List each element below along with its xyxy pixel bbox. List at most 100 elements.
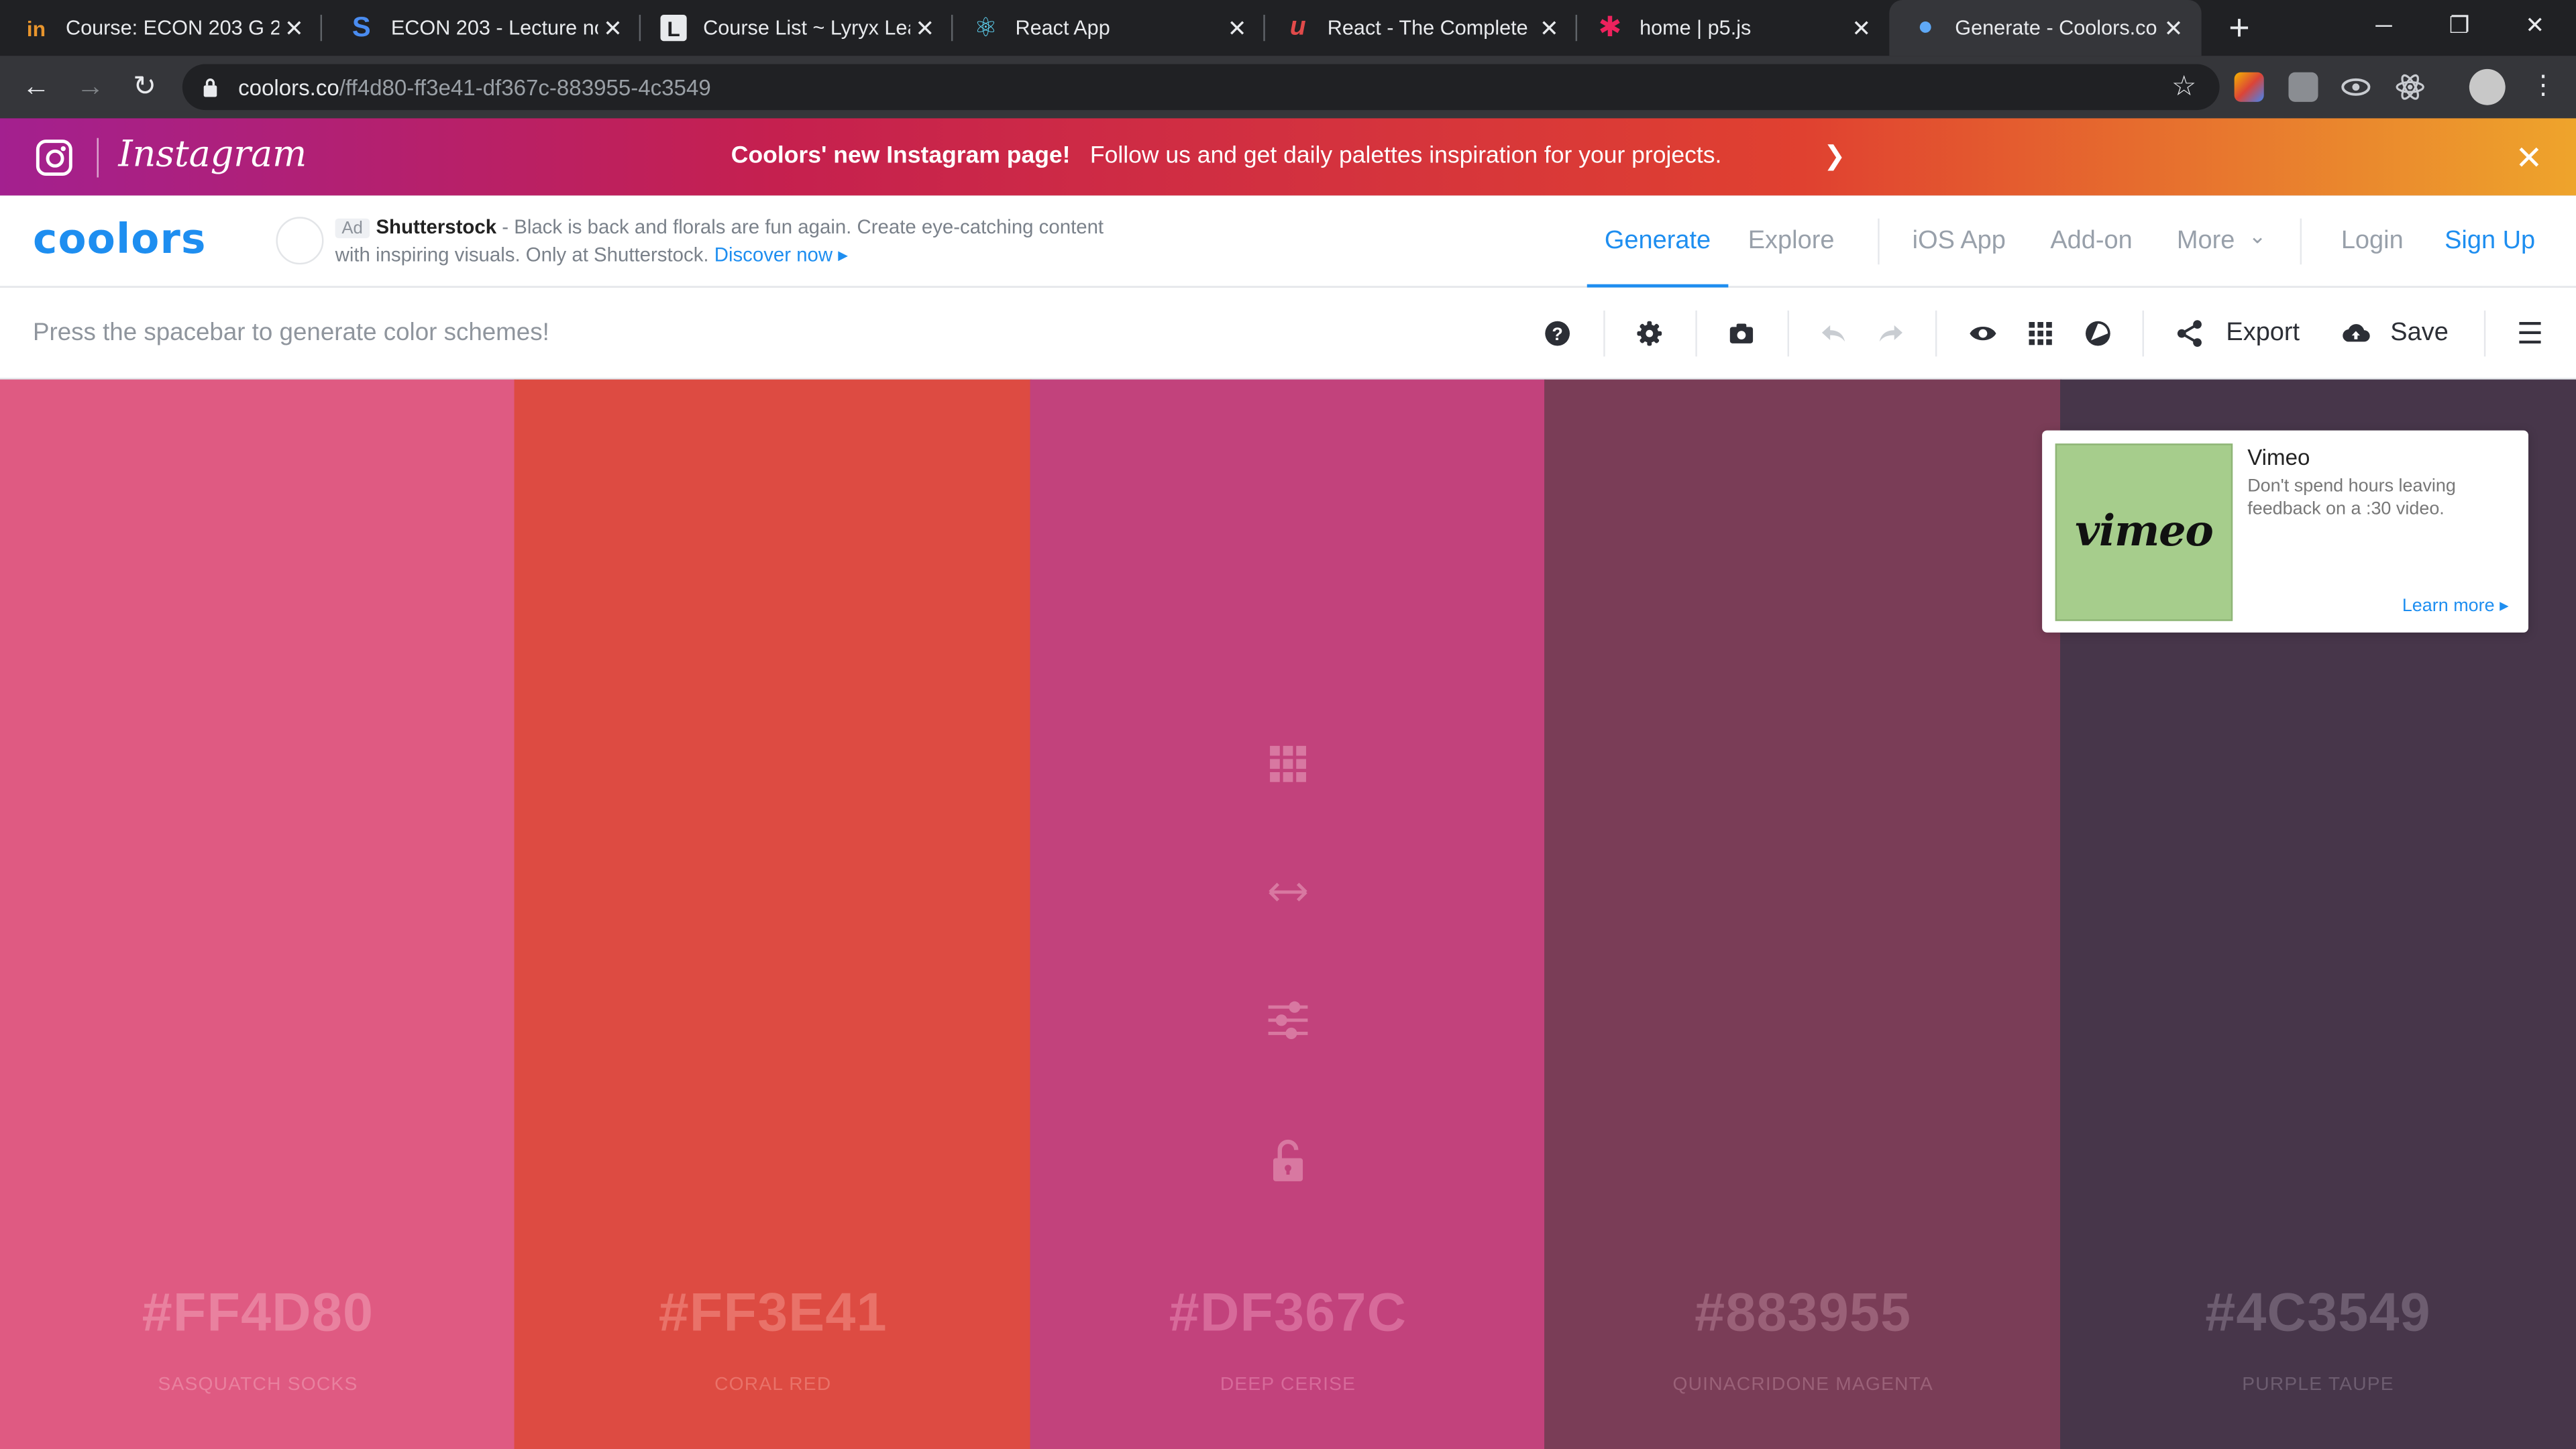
export-button[interactable]: Export: [2226, 317, 2300, 350]
close-window-button[interactable]: ✕: [2497, 0, 2573, 49]
favicon: ●: [1917, 13, 1934, 42]
nav-explore[interactable]: Explore: [1748, 195, 1835, 287]
hex-code[interactable]: #4C3549: [2060, 1281, 2576, 1344]
new-tab-button[interactable]: +: [2221, 7, 2257, 50]
favicon: L: [660, 15, 687, 42]
grid-view-icon[interactable]: [2024, 317, 2057, 350]
extension-k-icon[interactable]: [2288, 72, 2318, 102]
tab-title: ECON 203 - Lecture no: [390, 16, 598, 40]
adjust-sliders-icon[interactable]: [1265, 998, 1311, 1044]
react-icon: ⚛: [973, 15, 998, 43]
nav-more[interactable]: More ⌄: [2177, 195, 2267, 287]
address-bar[interactable]: coolors.co/ff4d80-ff3e41-df367c-883955-4…: [182, 64, 2220, 111]
ad-brand: Shutterstock: [376, 215, 497, 239]
banner-close-icon[interactable]: ✕: [2515, 138, 2542, 179]
help-icon[interactable]: ?: [1541, 317, 1574, 350]
chevron-right-icon[interactable]: ❯: [1823, 140, 1845, 172]
camera-icon[interactable]: [1725, 317, 1758, 350]
url-text: coolors.co/ff4d80-ff3e41-df367c-883955-4…: [238, 74, 711, 100]
undo-icon[interactable]: [1817, 317, 1850, 350]
hex-code[interactable]: #FF3E41: [515, 1281, 1032, 1344]
favicon: S: [352, 11, 371, 43]
color-swatch[interactable]: #FF3E41 CORAL RED: [514, 379, 1032, 1449]
color-swatch[interactable]: #DF367C DEEP CERISE: [1030, 379, 1546, 1449]
ad-tag: Ad: [335, 218, 370, 239]
vimeo-ad-image[interactable]: vimeo: [2055, 443, 2233, 621]
color-name: CORAL RED: [714, 1375, 832, 1395]
ad-title[interactable]: Vimeo: [2247, 445, 2310, 470]
color-swatch[interactable]: #FF4D80 SASQUATCH SOCKS: [0, 379, 516, 1449]
lock-open-icon[interactable]: [1265, 1138, 1311, 1185]
color-name: PURPLE TAUPE: [2242, 1375, 2394, 1395]
save-button[interactable]: Save: [2390, 317, 2449, 350]
minimize-button[interactable]: ─: [2346, 0, 2422, 49]
tab-close-icon[interactable]: ✕: [1222, 14, 1252, 42]
tab-title: home | p5.js: [1640, 16, 1752, 40]
banner-message[interactable]: Coolors' new Instagram page! Follow us an…: [731, 143, 1722, 169]
cloud-upload-icon[interactable]: [2339, 317, 2372, 350]
ad-link[interactable]: Discover now ▸: [714, 242, 848, 265]
generator-toolbar: Press the spacebar to generate color sch…: [0, 287, 2576, 380]
extension-react-icon[interactable]: [2396, 72, 2425, 102]
favicon: u: [1289, 13, 1306, 42]
chrome-menu-icon[interactable]: ⋮: [2530, 69, 2556, 102]
extension-color-icon[interactable]: [2234, 72, 2264, 102]
reload-icon[interactable]: ↻: [123, 66, 166, 109]
tab-close-icon[interactable]: ✕: [598, 14, 627, 42]
nav-add-on[interactable]: Add-on: [2050, 195, 2132, 287]
redo-icon[interactable]: [1874, 317, 1907, 350]
instagram-icon: [36, 140, 72, 176]
instagram-wordmark: Instagram: [118, 134, 307, 176]
extension-eye-icon[interactable]: [2341, 72, 2371, 102]
nav-generate[interactable]: Generate: [1587, 195, 1729, 288]
color-name: SASQUATCH SOCKS: [158, 1375, 358, 1395]
vimeo-ad-card[interactable]: vimeo Vimeo Don't spend hours leaving fe…: [2042, 430, 2529, 633]
shades-grid-icon[interactable]: [1265, 741, 1311, 787]
tab-close-icon[interactable]: ✕: [2159, 14, 2188, 42]
restore-button[interactable]: ❐: [2422, 0, 2498, 49]
tab-title: Course: ECON 203 G 21: [65, 16, 280, 40]
browser-tab-active[interactable]: ● Generate - Coolors.co ✕: [1889, 0, 2202, 56]
view-eye-icon[interactable]: [1966, 317, 1999, 350]
ad-description: Don't spend hours leaving feedback on a …: [2247, 476, 2456, 519]
chevron-down-icon: ⌄: [2248, 223, 2267, 248]
tab-close-icon[interactable]: ✕: [1534, 14, 1564, 42]
browser-tab[interactable]: ✱ home | p5.js ✕: [1574, 0, 1889, 56]
hex-code[interactable]: #FF4D80: [0, 1281, 516, 1344]
settings-gear-icon[interactable]: [1633, 317, 1666, 350]
hex-code[interactable]: #DF367C: [1030, 1281, 1546, 1344]
tab-close-icon[interactable]: ✕: [1847, 14, 1876, 42]
tab-title: Course List ~ Lyryx Lea: [703, 16, 910, 40]
browser-tab[interactable]: L Course List ~ Lyryx Lea ✕: [637, 0, 953, 56]
ad-logo[interactable]: [276, 217, 324, 265]
shutterstock-ad[interactable]: Ad Shutterstock - Black is back and flora…: [335, 215, 1124, 268]
tab-title: React App: [1015, 16, 1110, 40]
nav-login[interactable]: Login: [2341, 195, 2404, 287]
hex-code[interactable]: #883955: [1544, 1281, 2061, 1344]
nav-sign-up[interactable]: Sign Up: [2445, 195, 2535, 287]
screen: in Course: ECON 203 G 21 ✕ S ECON 203 - …: [0, 0, 2576, 1449]
drag-arrows-icon[interactable]: [1265, 869, 1311, 916]
browser-tab[interactable]: u React - The Complete G ✕: [1262, 0, 1578, 56]
share-icon[interactable]: [2174, 317, 2206, 350]
contrast-icon[interactable]: [2082, 317, 2114, 350]
forward-arrow-icon[interactable]: →: [69, 66, 112, 109]
back-arrow-icon[interactable]: ←: [15, 66, 58, 109]
learn-more-link[interactable]: Learn more ▸: [2402, 595, 2509, 616]
browser-tab[interactable]: S ECON 203 - Lecture no ✕: [325, 0, 641, 56]
tab-close-icon[interactable]: ✕: [910, 14, 940, 42]
browser-toolbar: ← → ↻ coolors.co/ff4d80-ff3e41-df367c-88…: [0, 56, 2576, 119]
bookmark-star-icon[interactable]: ☆: [2171, 70, 2196, 103]
browser-tab[interactable]: ⚛ React App ✕: [950, 0, 1265, 56]
spacebar-hint: Press the spacebar to generate color sch…: [32, 319, 549, 347]
tab-close-icon[interactable]: ✕: [279, 14, 309, 42]
hamburger-menu-icon[interactable]: ☰: [2514, 317, 2546, 350]
color-swatch[interactable]: #883955 QUINACRIDONE MAGENTA: [1544, 379, 2062, 1449]
profile-avatar[interactable]: [2469, 68, 2506, 105]
banner-text: Follow us and get daily palettes inspira…: [1089, 143, 1722, 170]
coolors-logo[interactable]: coolors: [33, 215, 207, 263]
instagram-banner[interactable]: Instagram Coolors' new Instagram page! Fo…: [0, 118, 2576, 196]
nav-more-label: More: [2176, 226, 2235, 255]
browser-tab[interactable]: in Course: ECON 203 G 21 ✕: [0, 0, 323, 56]
nav-ios-app[interactable]: iOS App: [1913, 195, 2006, 287]
